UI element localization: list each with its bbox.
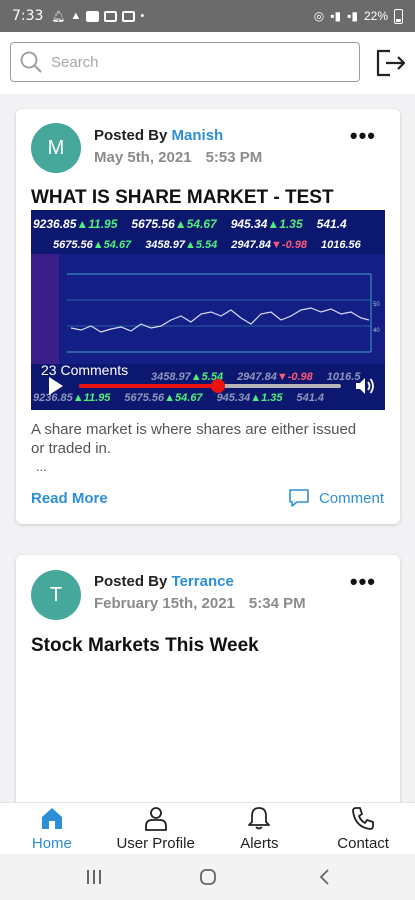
video-app-icon-2 (122, 10, 136, 22)
ticker-item: 945.34▲1.35 (230, 217, 303, 231)
post-title[interactable]: Stock Markets This Week (31, 635, 259, 657)
nav-label: User Profile (116, 835, 195, 852)
post-excerpt: A share market is where shares are eithe… (31, 421, 357, 457)
video-player[interactable]: 9236.85▲11.95 5675.56▲54.67 945.34▲1.35 541… (31, 210, 385, 410)
status-battery-text: 22% (363, 9, 388, 23)
bell-icon (248, 807, 271, 830)
back-icon[interactable] (316, 868, 334, 891)
nav-label: Alerts (240, 835, 279, 852)
nav-home[interactable]: Home (0, 803, 104, 854)
post-time: 5:34 PM (248, 595, 306, 612)
status-time: 7:33 (12, 8, 44, 24)
search-icon (20, 51, 42, 73)
posted-by-label: Posted By (94, 127, 168, 144)
phone-icon (352, 807, 375, 830)
svg-text:50: 50 (373, 302, 380, 308)
gallery-icon (86, 10, 100, 22)
more-options-icon[interactable]: ••• (350, 571, 376, 593)
post-card: M Posted By Manish May 5th, 2021 5:53 PM … (16, 109, 400, 524)
signal-icon-2: ▪▮ (347, 9, 358, 23)
system-nav-bar (0, 854, 415, 900)
ticker-item: 541.4 (316, 217, 347, 231)
post-date: February 15th, 2021 (94, 595, 235, 612)
post-time: 5:53 PM (205, 149, 263, 166)
play-icon[interactable] (49, 377, 63, 395)
post-meta: February 15th, 2021 5:34 PM (94, 595, 306, 612)
warning-icon: ▲ (70, 10, 82, 22)
system-status: ◎ ▪▮ ▪▮ 22% (313, 8, 403, 24)
ticker-item: 9236.85▲11.95 (33, 217, 118, 231)
posted-by-line: Posted By Terrance (94, 573, 234, 590)
more-options-icon[interactable]: ••• (350, 125, 376, 147)
battery-icon (394, 8, 403, 24)
notification-bell-icon: 🔔︎ (51, 10, 66, 23)
home-icon (41, 808, 62, 829)
ticker-row: 9236.85▲11.95 5675.56▲54.67 945.34▲1.35 541… (31, 217, 385, 231)
posted-by-label: Posted By (94, 573, 168, 590)
hotspot-icon: ◎ (313, 9, 325, 23)
logout-icon[interactable] (374, 48, 408, 78)
posted-by-line: Posted By Manish (94, 127, 223, 144)
nav-label: Home (31, 835, 72, 852)
search-input[interactable] (51, 53, 341, 71)
nav-alerts[interactable]: Alerts (208, 803, 312, 854)
post-title[interactable]: WHAT IS SHARE MARKET - TEST (31, 187, 334, 209)
home-button-icon[interactable] (199, 868, 217, 891)
recent-apps-icon[interactable] (85, 868, 103, 891)
nav-user-profile[interactable]: User Profile (104, 803, 208, 854)
nav-label: Contact (337, 835, 389, 852)
post-meta: May 5th, 2021 5:53 PM (94, 149, 262, 166)
avatar[interactable]: T (31, 570, 81, 620)
ticker-item: 5675.56▲54.67 (131, 217, 217, 231)
signal-icon: ▪▮ (330, 9, 342, 23)
ticker-item: 1016.56 (320, 239, 361, 251)
excerpt-ellipsis: ... (36, 459, 47, 474)
ticker-row: 5675.56▲54.67 3458.97▲5.54 2947.84▼-0.98 10… (31, 239, 385, 251)
comment-label: Comment (318, 489, 384, 507)
post-card: T Posted By Terrance February 15th, 2021… (16, 555, 400, 815)
search-box[interactable] (10, 42, 360, 82)
volume-icon[interactable] (354, 376, 376, 396)
author-link[interactable]: Terrance (172, 573, 234, 590)
user-icon (144, 807, 167, 831)
notification-icons: 🔔︎ ▲ • (51, 10, 144, 23)
comment-icon (289, 489, 309, 507)
comment-button[interactable]: Comment (288, 488, 384, 508)
more-notifications-icon: • (140, 10, 145, 22)
top-bar (0, 32, 415, 94)
ticker-item: 3458.97▲5.54 (145, 239, 218, 251)
avatar[interactable]: M (31, 123, 81, 173)
video-controls (31, 375, 385, 397)
seek-progress (79, 384, 218, 388)
read-more-link[interactable]: Read More (31, 490, 108, 507)
seek-thumb[interactable] (210, 379, 225, 393)
author-link[interactable]: Manish (172, 127, 224, 144)
video-app-icon (104, 10, 118, 22)
ticker-item: 5675.56▲54.67 (53, 239, 132, 251)
ticker-item: 2947.84▼-0.98 (231, 239, 307, 251)
nav-contact[interactable]: Contact (311, 803, 415, 854)
post-date: May 5th, 2021 (94, 149, 192, 166)
svg-text:40: 40 (373, 328, 380, 334)
seek-bar[interactable] (79, 379, 341, 393)
status-bar: 7:33 🔔︎ ▲ • ◎ ▪▮ ▪▮ 22% (0, 0, 415, 32)
stock-chart-thumbnail: 50 40 (31, 254, 385, 364)
bottom-nav: Home User Profile Alerts Contact (0, 802, 415, 854)
